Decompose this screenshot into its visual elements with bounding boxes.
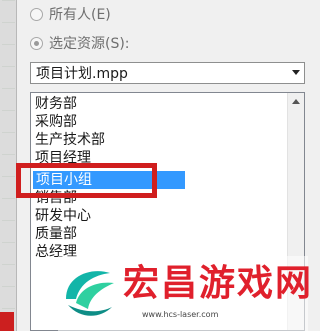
radio-selected-label: 选定资源(S):	[49, 36, 130, 52]
list-item[interactable]: 财务部	[35, 95, 77, 113]
watermark-url: www.hcs-laser.com	[142, 310, 219, 319]
list-item[interactable]: 生产技术部	[35, 131, 105, 149]
background-gridlines	[2, 0, 15, 331]
radio-everyone-label: 所有人(E)	[49, 7, 111, 23]
list-item-selected[interactable]: 项目小组	[33, 171, 185, 189]
background-window-edge	[0, 0, 17, 331]
list-item[interactable]: 销售部	[35, 189, 77, 207]
list-item[interactable]: 质量部	[35, 225, 77, 243]
list-item[interactable]: 研发中心	[35, 207, 91, 225]
project-dropdown-value: 项目计划.mpp	[36, 66, 128, 82]
list-item[interactable]: 采购部	[35, 113, 77, 131]
watermark-logo-icon	[66, 271, 114, 316]
chevron-down-icon[interactable]	[292, 70, 300, 75]
radio-button-icon[interactable]	[30, 7, 43, 21]
project-dropdown[interactable]: 项目计划.mpp	[30, 62, 305, 84]
list-item[interactable]: 项目经理	[35, 149, 91, 167]
watermark: 宏昌游戏网 www.hcs-laser.com	[58, 256, 311, 331]
background-red-block	[0, 312, 14, 331]
radio-selected-resources[interactable]: 选定资源(S):	[30, 33, 130, 53]
watermark-title: 宏昌游戏网	[123, 263, 314, 304]
radio-button-checked-icon[interactable]	[30, 36, 43, 50]
scroll-up-arrow-icon[interactable]	[292, 99, 300, 104]
radio-everyone[interactable]: 所有人(E)	[30, 4, 111, 24]
